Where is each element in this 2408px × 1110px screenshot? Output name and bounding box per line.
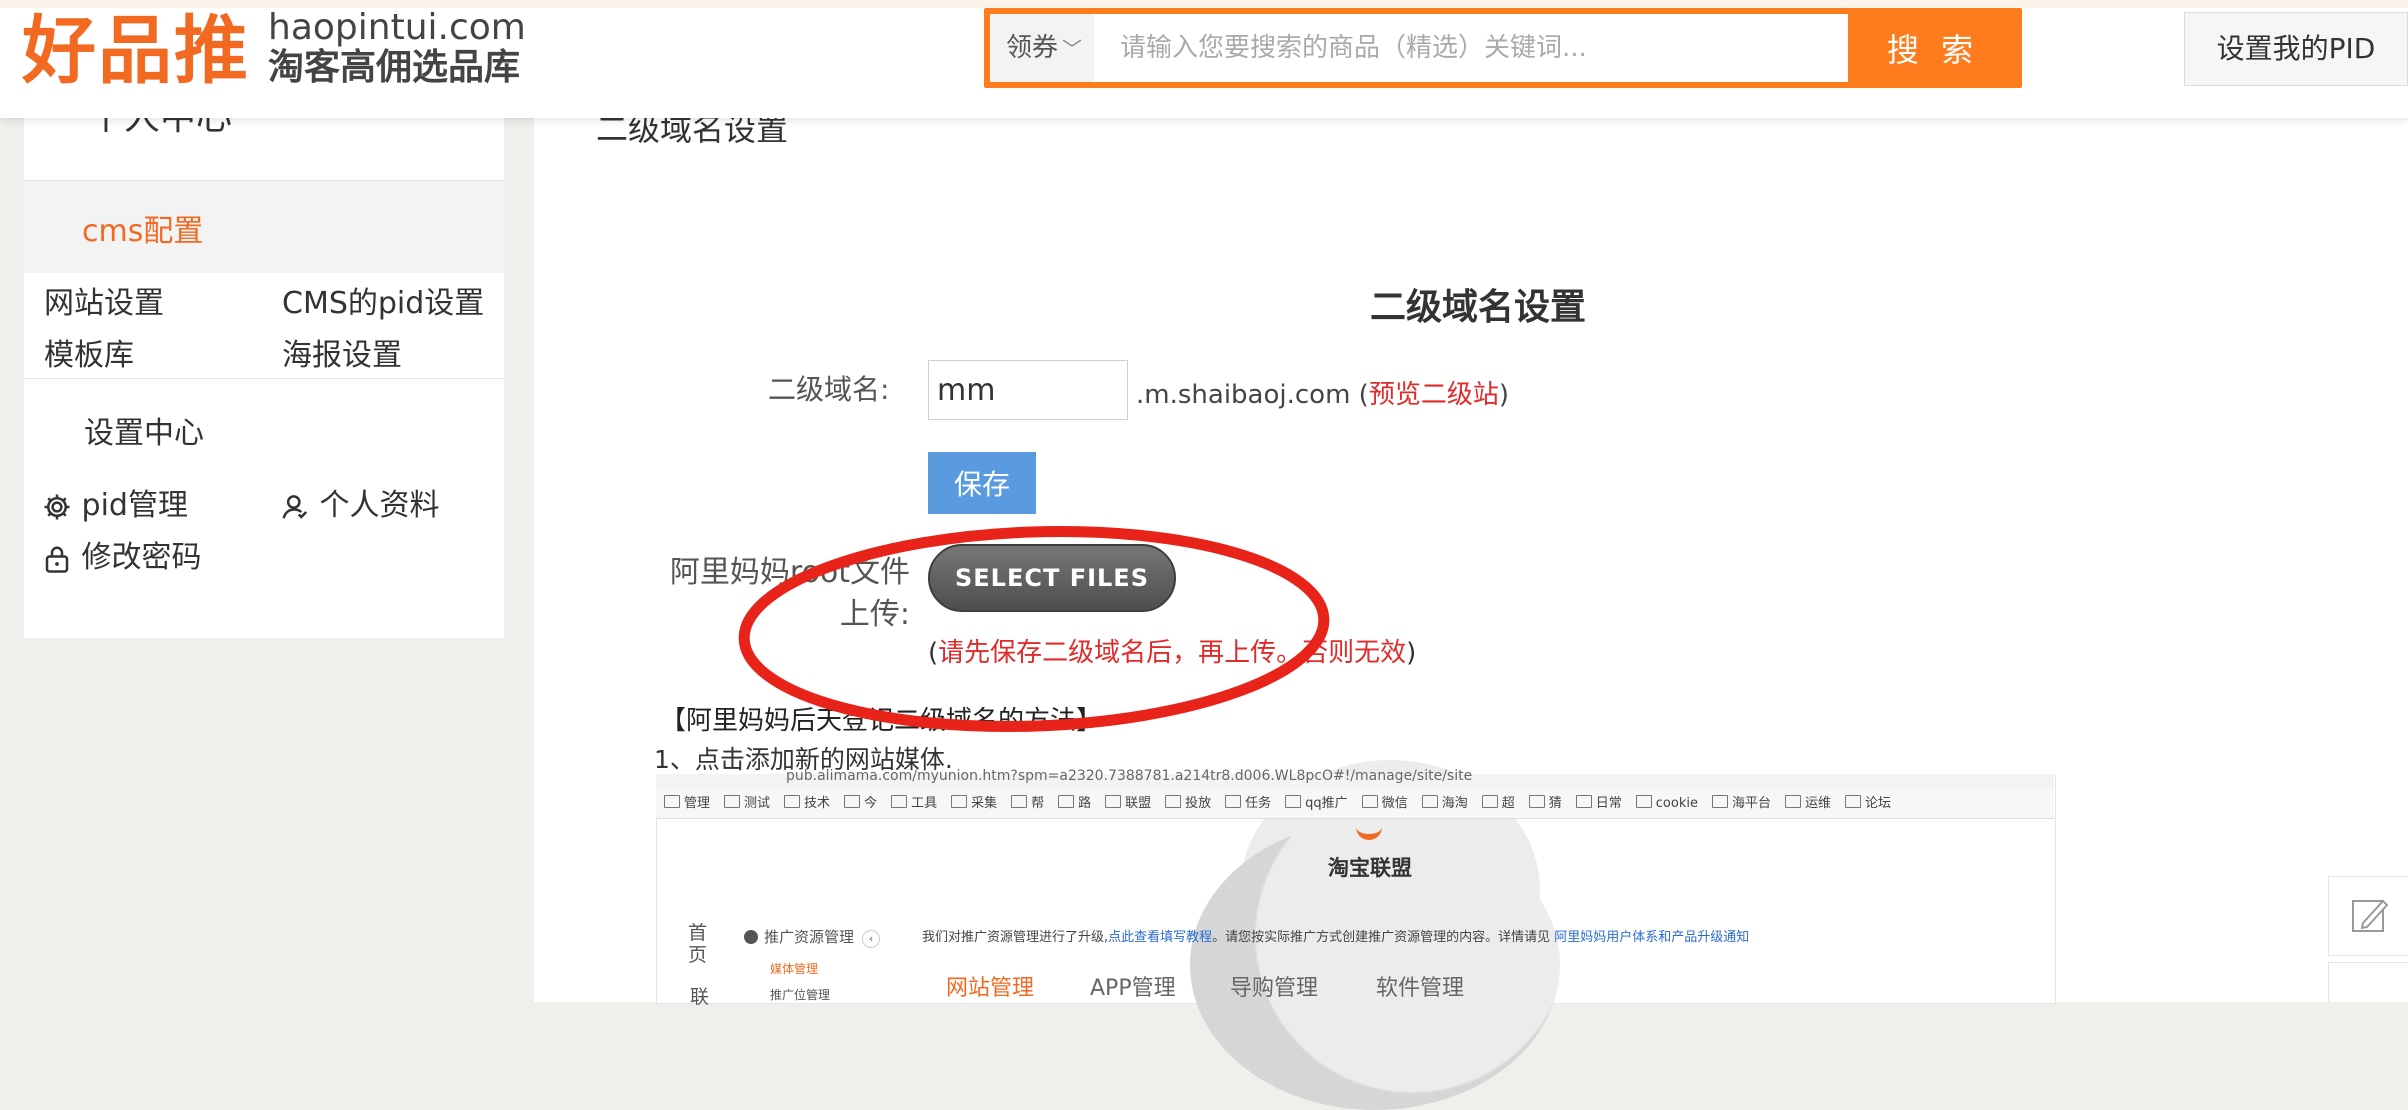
- search-category-select[interactable]: 领券 ﹀: [990, 14, 1095, 82]
- embedded-side-title-text: 推广资源管理: [764, 928, 855, 946]
- embedded-bookmark: 采集: [951, 790, 997, 818]
- embedded-bookmark: 超: [1482, 790, 1515, 818]
- embedded-notice-link: 阿里妈妈用户体系和产品升级通知: [1554, 930, 1750, 945]
- embedded-bookmark: 路: [1058, 790, 1091, 818]
- globe-icon: [744, 930, 758, 944]
- sidebar-item-change-password[interactable]: 修改密码: [42, 532, 202, 576]
- user-icon: [282, 494, 308, 519]
- feedback-button[interactable]: [2328, 876, 2408, 956]
- search-button[interactable]: 搜 索: [1850, 14, 2016, 82]
- root-file-upload-label: 阿里妈妈root文件上传:: [669, 555, 910, 632]
- embedded-bookmark: 海平台: [1712, 790, 1771, 818]
- embedded-bookmark: 今: [844, 790, 877, 818]
- warning-paren-close: ): [1406, 638, 1417, 668]
- search-category-label: 领券: [1006, 33, 1059, 63]
- sidebar-item-label: 修改密码: [81, 540, 202, 575]
- back-to-top-button[interactable]: [2328, 962, 2408, 1002]
- embedded-bookmark: 任务: [1225, 790, 1271, 818]
- collapse-icon: ‹: [862, 930, 881, 948]
- edit-icon: [2352, 899, 2389, 932]
- sidebar-item-templates[interactable]: 模板库: [44, 330, 134, 374]
- embedded-bookmark: 微信: [1362, 790, 1408, 818]
- upload-warning: (请先保存二级域名后，再上传。否则无效): [928, 632, 1416, 669]
- site-logo[interactable]: 好品推: [22, 6, 250, 96]
- embedded-bookmark: 测试: [724, 790, 770, 818]
- subdomain-input[interactable]: [928, 360, 1128, 420]
- subdomain-suffix: .m.shaibaoj.com (预览二级站): [1136, 374, 1509, 411]
- sidebar-item-profile[interactable]: 个人资料: [280, 480, 440, 524]
- sidebar-item-poster[interactable]: 海报设置: [282, 330, 402, 374]
- warning-text: 请先保存二级域名后，再上传。否则无效: [938, 638, 1407, 668]
- embedded-bookmark: 管理: [664, 790, 710, 818]
- embedded-bookmark: 日常: [1576, 790, 1622, 818]
- embedded-bookmark: 工具: [891, 790, 937, 818]
- sidebar-section-settings: 设置中心: [84, 416, 204, 451]
- sidebar-divider: [24, 378, 504, 379]
- embedded-notice-mid: 。请您按实际推广方式创建推广资源管理的内容。详情请见: [1212, 930, 1555, 945]
- embedded-brand-name: 淘宝联盟: [1328, 856, 1412, 880]
- embedded-bookmark: 技术: [784, 790, 830, 818]
- embedded-bookmark: 海淘: [1422, 790, 1468, 818]
- embedded-bookmark: 帮: [1011, 790, 1044, 818]
- embedded-side-media: 媒体管理: [770, 962, 819, 976]
- sidebar-item-label: 个人资料: [319, 488, 440, 523]
- embedded-nav-union: 联: [690, 986, 710, 1008]
- embedded-side-adzone: 推广位管理: [770, 988, 831, 1002]
- embedded-bookmark: cookie: [1636, 790, 1698, 818]
- embedded-tab-web: 网站管理: [946, 976, 1035, 1001]
- set-pid-button[interactable]: 设置我的PID: [2184, 12, 2408, 86]
- warning-paren-open: (: [928, 638, 939, 668]
- gear-icon: [44, 494, 70, 519]
- sidebar-cms-label[interactable]: cms配置: [82, 206, 203, 250]
- embedded-bookmark: 猜: [1529, 790, 1562, 818]
- embedded-nav-home: 首页: [688, 922, 708, 966]
- site-slogan: 淘客高佣选品库: [268, 47, 521, 88]
- embedded-side-title: 推广资源管理 ‹: [744, 926, 881, 948]
- embedded-url-bar: pub.alimama.com/myunion.htm?spm=a2320.73…: [656, 768, 2054, 790]
- howto-title: 【阿里妈妈后天登记二级域名的方法】: [660, 706, 1103, 736]
- embedded-url-text: pub.alimama.com/myunion.htm?spm=a2320.73…: [786, 768, 1473, 784]
- embedded-bookmark: 论坛: [1845, 790, 1891, 818]
- embedded-tab-software: 软件管理: [1376, 976, 1465, 1001]
- sidebar-item-pid-manage[interactable]: pid管理: [42, 480, 188, 524]
- select-files-button[interactable]: SELECT FILES: [928, 544, 1176, 612]
- embedded-notice-text: 我们对推广资源管理进行了升级,: [922, 930, 1109, 945]
- page-title: 二级域名设置: [1370, 287, 1587, 328]
- embedded-tab-app: APP管理: [1090, 976, 1176, 1001]
- subdomain-suffix-close: ): [1498, 380, 1509, 410]
- subdomain-label: 二级域名:: [768, 373, 890, 406]
- embedded-notice-link: 点此查看填写教程: [1108, 930, 1213, 945]
- search-input[interactable]: [1094, 14, 1848, 82]
- lock-icon: [45, 546, 69, 573]
- save-button[interactable]: 保存: [928, 452, 1036, 514]
- embedded-bookmarks-bar: 管理 测试 技术今工具 采集帮路联盟 投放 任务 qq推广 微信 海淘超猜日常 cookie 海平台…: [656, 790, 2054, 819]
- top-header: 好品推 haopintui.com 淘客高佣选品库 领券﹀ 搜 索 设置我的PI…: [0, 0, 2408, 118]
- embedded-tab-guide: 导购管理: [1230, 976, 1319, 1001]
- chevron-down-icon: ﹀: [1062, 37, 1083, 61]
- sidebar-item-site-settings[interactable]: 网站设置: [44, 278, 164, 322]
- embedded-bookmark: 投放: [1165, 790, 1211, 818]
- sidebar-item-cms-pid[interactable]: CMS的pid设置: [282, 278, 484, 322]
- preview-subsite-link[interactable]: 预览二级站: [1369, 380, 1499, 410]
- subdomain-suffix-text: .m.shaibaoj.com (: [1136, 380, 1369, 410]
- embedded-bookmark: 运维: [1785, 790, 1831, 818]
- embedded-bookmark: 联盟: [1105, 790, 1151, 818]
- embedded-notice: 我们对推广资源管理进行了升级,点此查看填写教程。请您按实际推广方式创建推广资源管…: [922, 926, 1749, 945]
- embedded-bookmark: qq推广: [1285, 790, 1348, 818]
- site-domain-text: haopintui.com: [268, 7, 526, 48]
- sidebar-item-label: pid管理: [81, 488, 188, 523]
